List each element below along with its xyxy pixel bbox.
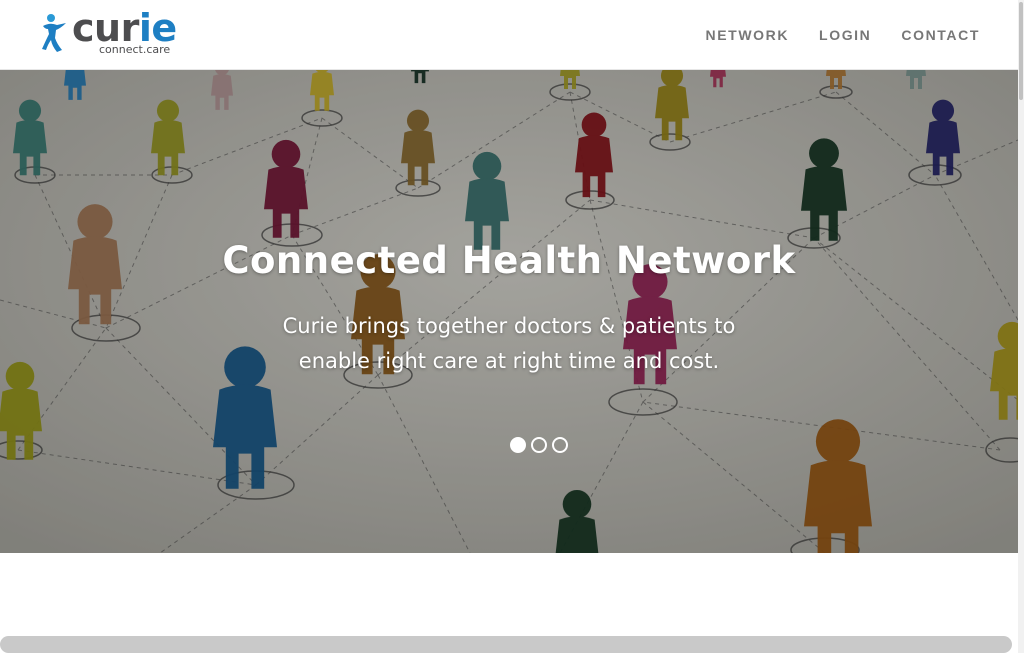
carousel-dot-3[interactable] [552, 437, 568, 453]
hero-title: Connected Health Network [222, 239, 796, 282]
site-header: curie connect.care NETWORK LOGIN CONTACT [0, 0, 1018, 70]
scrollbar-thumb[interactable] [1019, 2, 1023, 100]
nav-item-contact[interactable]: CONTACT [901, 27, 980, 43]
person-figure-icon [42, 14, 66, 52]
nav-item-login[interactable]: LOGIN [819, 27, 871, 43]
carousel-indicators [510, 437, 568, 453]
horizontal-scrollbar[interactable] [0, 636, 1012, 653]
carousel-dot-2[interactable] [531, 437, 547, 453]
carousel-dot-1[interactable] [510, 437, 526, 453]
hero-subtitle: Curie brings together doctors & patients… [282, 314, 736, 373]
vertical-scrollbar[interactable] [1018, 0, 1024, 653]
curie-logo[interactable]: curie connect.care [40, 6, 180, 58]
logo-tagline: connect.care [99, 43, 171, 56]
hero-banner: Connected Health Network Curie brings to… [0, 70, 1018, 553]
nav-item-network[interactable]: NETWORK [706, 27, 790, 43]
main-nav: NETWORK LOGIN CONTACT [706, 27, 980, 43]
